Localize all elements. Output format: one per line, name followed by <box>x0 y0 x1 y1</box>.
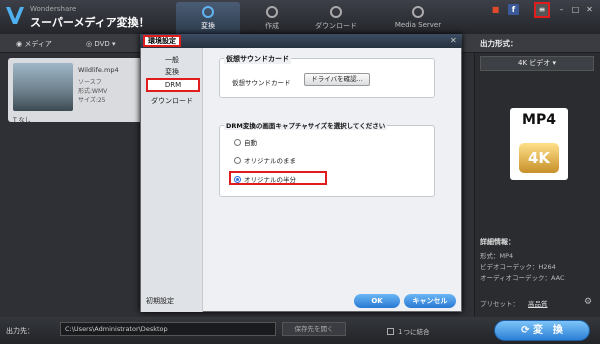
file-info-format: 形式:WMV <box>78 88 108 95</box>
format-badge-label: MP4 <box>522 112 556 128</box>
detail-format: 形式：MP4 <box>480 252 514 260</box>
dialog-title: 環境設定 <box>143 35 181 47</box>
convert-icon <box>202 6 214 18</box>
add-media-button[interactable]: ◉ メディア <box>16 38 52 50</box>
convert-button[interactable]: ⟳ 変 換 <box>494 320 590 341</box>
detail-audio-codec: オーディオコーデック：AAC <box>480 274 565 282</box>
maximize-icon[interactable]: □ <box>570 4 581 15</box>
output-format-label: 出力形式： <box>480 39 518 48</box>
output-folder-label: 出力先： <box>6 327 34 335</box>
create-icon <box>266 6 278 18</box>
nav-drm[interactable]: DRM <box>146 78 200 92</box>
menu-icon[interactable]: ≡ <box>534 2 550 18</box>
format-select[interactable]: 4K ビデオ ▾ <box>480 56 594 71</box>
detail-video-codec: ビデオコーデック：H264 <box>480 263 556 271</box>
nav-download[interactable]: ダウンロード <box>141 96 203 106</box>
group-title: DRM変換の画面キャプチャサイズを選択してください <box>224 120 388 130</box>
subtitle-select[interactable]: T なし <box>13 115 31 124</box>
checkbox-icon <box>387 328 394 335</box>
preset-select[interactable]: 高品質 <box>528 298 548 308</box>
close-icon[interactable]: ✕ <box>450 36 457 45</box>
download-icon <box>330 6 342 18</box>
close-icon[interactable]: ✕ <box>584 4 595 15</box>
cancel-button[interactable]: キャンセル <box>404 294 456 308</box>
merge-checkbox[interactable]: １つに結合 <box>387 326 430 336</box>
video-thumbnail[interactable] <box>13 63 73 111</box>
dialog-header <box>140 34 462 48</box>
radio-icon <box>234 157 241 164</box>
soundcard-label: 仮想サウンドカード <box>232 79 291 87</box>
nav-convert[interactable]: 変換 <box>141 67 203 77</box>
radio-original[interactable]: オリジナルのまま <box>234 155 296 165</box>
ok-button[interactable]: OK <box>354 294 400 308</box>
tab-create[interactable]: 作成 <box>240 2 304 34</box>
tab-convert[interactable]: 変換 <box>176 2 240 34</box>
radio-selected-icon <box>234 176 241 183</box>
facebook-icon[interactable]: f <box>508 4 519 15</box>
4k-icon: 4K <box>519 143 559 173</box>
reset-defaults-button[interactable]: 初期設定 <box>146 296 174 306</box>
file-name: Wildlife.mp4 <box>78 66 119 74</box>
radio-half[interactable]: オリジナルの半分 <box>234 174 296 184</box>
app-logo-icon <box>6 7 24 24</box>
minimize-icon[interactable]: – <box>556 4 567 15</box>
radio-icon <box>234 139 241 146</box>
app-title: スーパーメディア変換！ <box>30 16 150 29</box>
details-title: 詳細情報： <box>480 238 515 246</box>
wifi-icon <box>412 6 424 18</box>
output-path-input[interactable]: C:\Users\Administrator\Desktop <box>60 322 276 336</box>
check-driver-button[interactable]: ドライバを確認... <box>304 73 370 86</box>
tab-download[interactable]: ダウンロード <box>300 2 372 34</box>
gear-icon[interactable]: ⚙ <box>584 297 592 307</box>
brand-name: Wondershare <box>30 5 77 13</box>
tab-media-server[interactable]: Media Server <box>378 2 458 34</box>
file-info-size: サイズ:25 <box>78 97 106 104</box>
nav-general[interactable]: 一般 <box>141 55 203 65</box>
file-info-source: ソースフ <box>78 79 102 86</box>
preset-label: プリセット： <box>480 300 519 308</box>
open-folder-button[interactable]: 保存先を開く <box>282 322 346 336</box>
radio-auto[interactable]: 自動 <box>234 137 257 147</box>
group-title: 仮想サウンドカード <box>224 54 291 64</box>
add-dvd-button[interactable]: ◎ DVD ▾ <box>86 38 116 50</box>
gift-icon[interactable]: ■ <box>490 4 501 15</box>
